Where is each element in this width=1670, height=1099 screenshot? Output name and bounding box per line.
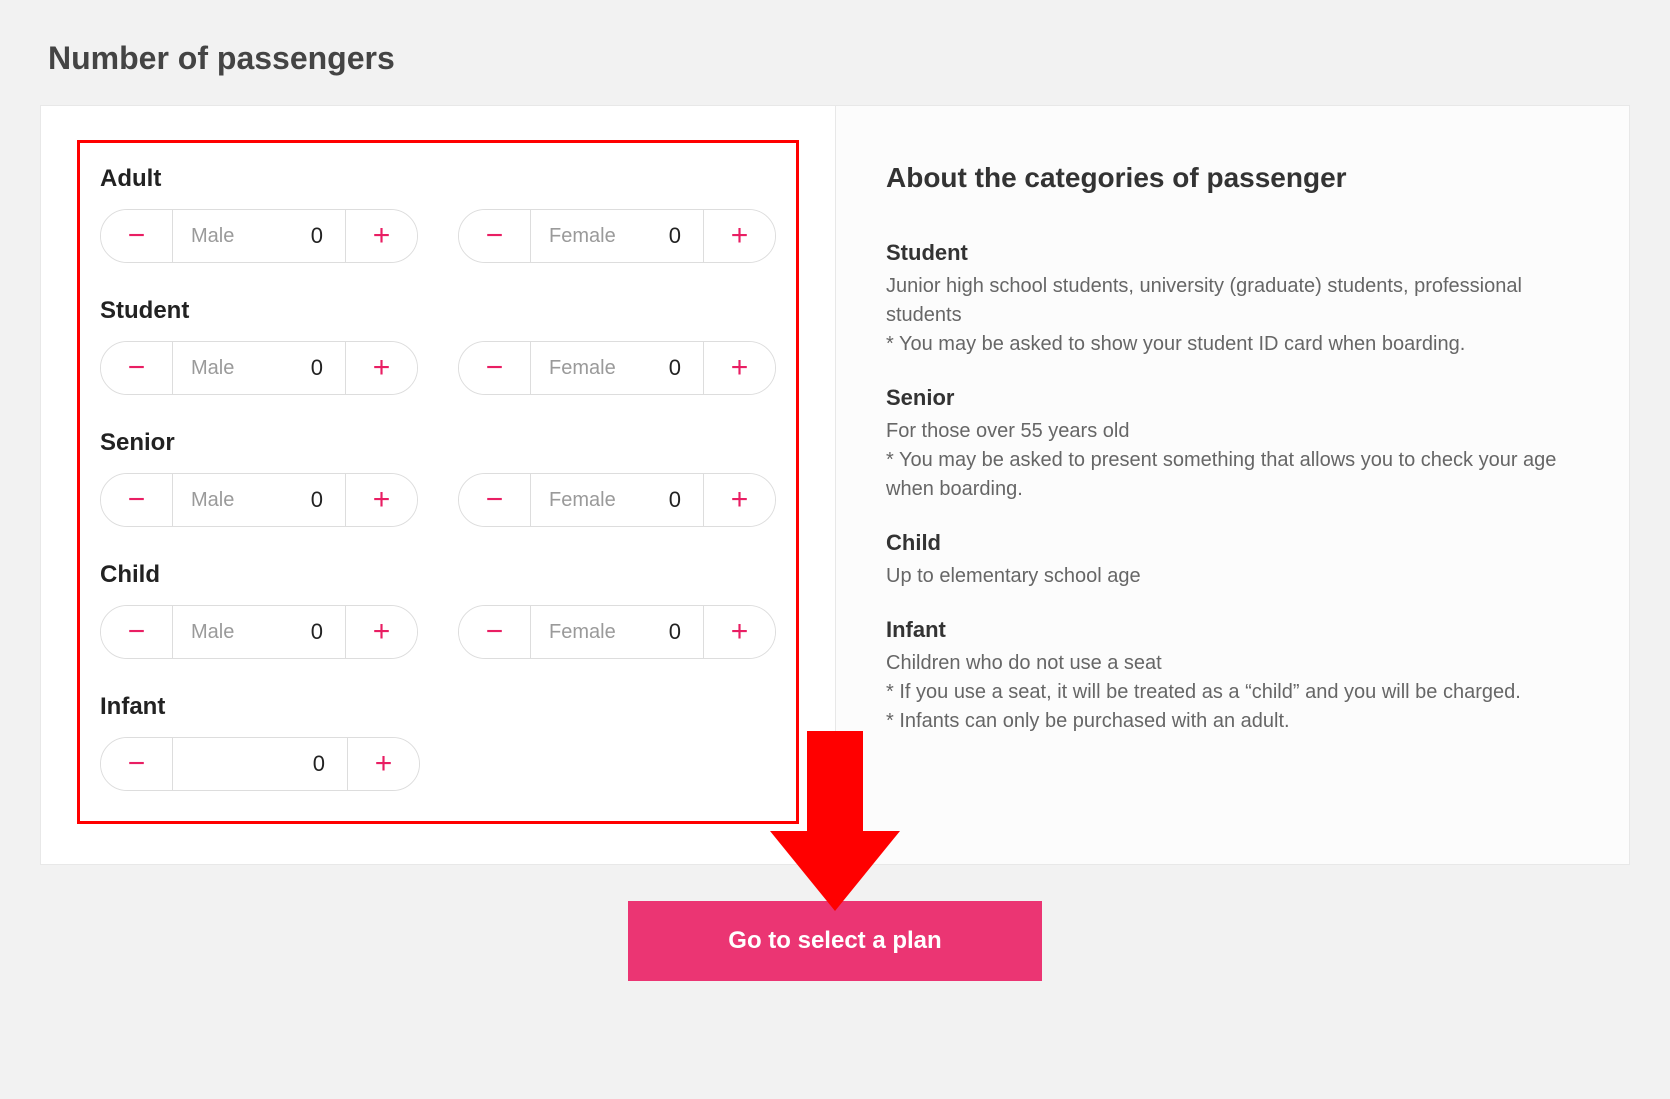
senior-female-plus-button[interactable]: +: [703, 474, 775, 526]
infant-stepper-spacer: [173, 738, 285, 790]
adult-female-label: Female: [531, 210, 641, 262]
plus-icon: +: [373, 615, 391, 649]
plus-icon: +: [731, 483, 749, 517]
senior-row: − Male 0 + − Female 0 +: [100, 473, 776, 527]
about-student-desc: Junior high school students, university …: [886, 272, 1579, 359]
infant-row: − 0 +: [100, 737, 776, 791]
about-child-term: Child: [886, 530, 1579, 556]
student-row: − Male 0 + − Female 0 +: [100, 341, 776, 395]
adult-female-value: 0: [641, 210, 703, 262]
minus-icon: −: [128, 747, 146, 781]
minus-icon: −: [128, 351, 146, 385]
plus-icon: +: [373, 351, 391, 385]
highlight-box: Adult − Male 0 + − Female 0 + Student: [77, 140, 799, 824]
minus-icon: −: [486, 615, 504, 649]
senior-male-plus-button[interactable]: +: [345, 474, 417, 526]
senior-female-stepper: − Female 0 +: [458, 473, 776, 527]
about-senior-desc: For those over 55 years old* You may be …: [886, 417, 1579, 504]
child-male-minus-button[interactable]: −: [101, 606, 173, 658]
minus-icon: −: [128, 483, 146, 517]
student-female-value: 0: [641, 342, 703, 394]
category-senior-label: Senior: [100, 429, 776, 457]
minus-icon: −: [486, 351, 504, 385]
child-male-plus-button[interactable]: +: [345, 606, 417, 658]
child-female-value: 0: [641, 606, 703, 658]
plus-icon: +: [731, 219, 749, 253]
category-adult-label: Adult: [100, 165, 776, 193]
student-male-minus-button[interactable]: −: [101, 342, 173, 394]
child-female-minus-button[interactable]: −: [459, 606, 531, 658]
about-panel: About the categories of passenger Studen…: [835, 106, 1629, 864]
senior-male-value: 0: [283, 474, 345, 526]
plus-icon: +: [731, 351, 749, 385]
child-male-label: Male: [173, 606, 283, 658]
about-child-desc: Up to elementary school age: [886, 562, 1579, 591]
plus-icon: +: [373, 483, 391, 517]
adult-male-minus-button[interactable]: −: [101, 210, 173, 262]
child-row: − Male 0 + − Female 0 +: [100, 605, 776, 659]
child-female-plus-button[interactable]: +: [703, 606, 775, 658]
category-infant-label: Infant: [100, 693, 776, 721]
adult-male-label: Male: [173, 210, 283, 262]
minus-icon: −: [128, 615, 146, 649]
category-child-label: Child: [100, 561, 776, 589]
about-infant-term: Infant: [886, 617, 1579, 643]
senior-male-label: Male: [173, 474, 283, 526]
adult-male-stepper: − Male 0 +: [100, 209, 418, 263]
adult-male-plus-button[interactable]: +: [345, 210, 417, 262]
passenger-form-panel: Adult − Male 0 + − Female 0 + Student: [41, 106, 835, 864]
student-male-label: Male: [173, 342, 283, 394]
student-male-value: 0: [283, 342, 345, 394]
senior-female-minus-button[interactable]: −: [459, 474, 531, 526]
student-male-stepper: − Male 0 +: [100, 341, 418, 395]
plus-icon: +: [373, 219, 391, 253]
page-title: Number of passengers: [48, 40, 1630, 77]
minus-icon: −: [128, 219, 146, 253]
student-male-plus-button[interactable]: +: [345, 342, 417, 394]
go-to-select-plan-button[interactable]: Go to select a plan: [628, 901, 1041, 981]
about-title: About the categories of passenger: [886, 162, 1579, 194]
student-female-plus-button[interactable]: +: [703, 342, 775, 394]
minus-icon: −: [486, 483, 504, 517]
student-female-stepper: − Female 0 +: [458, 341, 776, 395]
senior-female-label: Female: [531, 474, 641, 526]
infant-stepper: − 0 +: [100, 737, 420, 791]
plus-icon: +: [375, 747, 393, 781]
child-female-label: Female: [531, 606, 641, 658]
infant-minus-button[interactable]: −: [101, 738, 173, 790]
adult-row: − Male 0 + − Female 0 +: [100, 209, 776, 263]
adult-female-stepper: − Female 0 +: [458, 209, 776, 263]
adult-male-value: 0: [283, 210, 345, 262]
child-male-stepper: − Male 0 +: [100, 605, 418, 659]
about-student-term: Student: [886, 240, 1579, 266]
child-female-stepper: − Female 0 +: [458, 605, 776, 659]
category-student-label: Student: [100, 297, 776, 325]
adult-female-minus-button[interactable]: −: [459, 210, 531, 262]
infant-plus-button[interactable]: +: [347, 738, 419, 790]
about-infant-desc: Children who do not use a seat* If you u…: [886, 649, 1579, 736]
passenger-card: Adult − Male 0 + − Female 0 + Student: [40, 105, 1630, 865]
child-male-value: 0: [283, 606, 345, 658]
senior-female-value: 0: [641, 474, 703, 526]
infant-value: 0: [285, 738, 347, 790]
cta-area: Go to select a plan: [40, 901, 1630, 981]
minus-icon: −: [486, 219, 504, 253]
about-senior-term: Senior: [886, 385, 1579, 411]
senior-male-minus-button[interactable]: −: [101, 474, 173, 526]
senior-male-stepper: − Male 0 +: [100, 473, 418, 527]
adult-female-plus-button[interactable]: +: [703, 210, 775, 262]
plus-icon: +: [731, 615, 749, 649]
student-female-label: Female: [531, 342, 641, 394]
student-female-minus-button[interactable]: −: [459, 342, 531, 394]
